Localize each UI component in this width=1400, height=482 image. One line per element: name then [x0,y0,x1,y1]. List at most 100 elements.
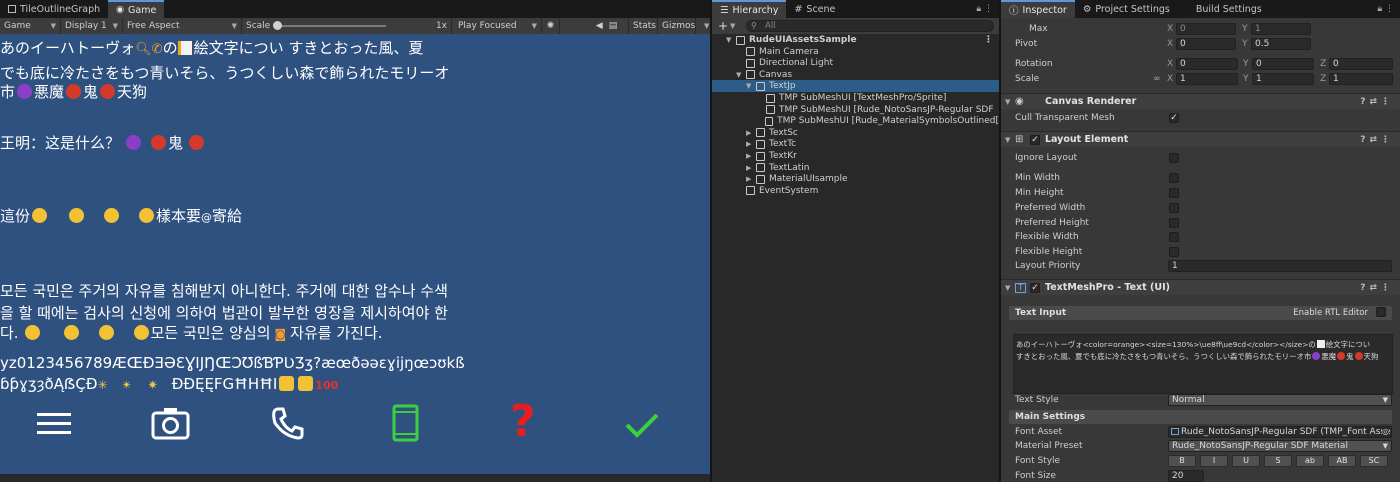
scale-y-field[interactable]: 1 [1252,73,1314,85]
slider-handle[interactable] [273,21,283,30]
rtl-checkbox[interactable] [1376,307,1386,317]
scale-slider[interactable] [273,21,387,30]
camera-icon[interactable] [151,406,191,440]
help-icon[interactable]: ? [510,397,536,447]
hierarchy-item[interactable]: TMP SubMeshUI [Rude_NotoSansJP-Regular S… [712,104,999,116]
cull-checkbox[interactable]: ✓ [1169,113,1179,123]
hierarchy-item[interactable]: ▼ Canvas [712,69,999,81]
hierarchy-item[interactable]: ▼ TextJp [712,80,999,93]
hierarchy-search-input[interactable]: ⚲ All [746,20,994,32]
tab-inspector[interactable]: ⓘ Inspector [1001,0,1075,18]
layout-enabled-checkbox[interactable]: ✓ [1030,135,1040,145]
tab-build-settings[interactable]: Build Settings [1188,0,1270,18]
game-view[interactable]: あのイーハトーヴォ🔍︎✆の 絵文字につい すきとおった風、夏 でも底に冷たさをもつ… [0,34,710,474]
min-height-checkbox[interactable] [1169,188,1179,198]
hierarchy-item[interactable]: ▶ TextKr [712,150,999,162]
hierarchy-item[interactable]: Main Camera [712,46,999,58]
keyboard-icon[interactable]: ▤ [609,21,618,31]
font-style-button[interactable]: ab [1296,455,1324,467]
flex-width-checkbox[interactable] [1169,232,1179,242]
canvas-renderer-header[interactable]: ▼ ◉ Canvas Renderer ?⇄⋮ [1001,93,1400,109]
stats-button[interactable]: Stats [629,18,658,34]
font-style-button[interactable]: S [1264,455,1292,467]
play-mode-dropdown[interactable]: Play Focused ▼ [454,18,542,34]
hierarchy-item[interactable]: ▶ TextSc [712,127,999,139]
lock-icon[interactable]: 🔒︎ ⋮ [1377,0,1400,18]
font-style-button[interactable]: B [1168,455,1196,467]
gameobject-icon [746,58,755,68]
link-icon[interactable]: ∞ [1153,72,1161,86]
tab-game[interactable]: ◉ Game [108,0,165,18]
tmp-enabled-checkbox[interactable]: ✓ [1030,283,1040,293]
gameobject-icon [756,174,765,184]
tab-tile-outline-graph[interactable]: TileOutlineGraph [0,0,108,18]
pref-width-checkbox[interactable] [1169,203,1179,213]
display-dropdown[interactable]: Display 1 ▼ [61,18,123,34]
more-icon[interactable]: ⋮ [984,34,993,46]
check-icon[interactable] [625,412,659,438]
tab-hierarchy[interactable]: ☰ Hierarchy [712,0,787,18]
gizmos-button[interactable]: Gizmos [658,18,696,34]
scale-z-field[interactable]: 1 [1329,73,1393,85]
hierarchy-item[interactable]: ▶ TextTc [712,138,999,150]
text-run: あのイーハトーヴォ<color=orange><size=130%>\ue8ff… [1016,340,1316,349]
hierarchy-item[interactable]: ▼ RudeUIAssetsSample ⋮ [712,34,999,46]
pivot-x-field[interactable]: 0 [1176,38,1236,50]
layout-priority-field[interactable]: 1 [1168,260,1392,272]
gizmos-menu-caret[interactable]: ▼ [696,18,710,34]
max-x-field[interactable]: 0 [1176,23,1236,35]
speaker-icon[interactable]: ◀ [596,21,603,31]
font-style-button[interactable]: AB [1328,455,1356,467]
hierarchy-item[interactable]: ▶ TextLatin [712,162,999,174]
smartphone-icon[interactable] [392,404,420,442]
menu-icon[interactable] [37,409,73,439]
font-asset-field[interactable]: Rude_NotoSansJP-Regular SDF (TMP_Font As… [1168,426,1392,438]
ignore-layout-checkbox[interactable] [1169,153,1179,163]
hierarchy-item[interactable]: ▶ MaterialUIsample [712,173,999,185]
hierarchy-item[interactable]: EventSystem [712,185,999,197]
layout-element-header[interactable]: ▼ ⊞ ✓ Layout Element ?⇄⋮ [1001,131,1400,147]
tab-project-settings[interactable]: ⚙ Project Settings [1075,0,1178,18]
rotation-z-field[interactable]: 0 [1329,58,1393,70]
max-y-field[interactable]: 1 [1251,23,1311,35]
font-size-field[interactable]: 20 [1168,470,1204,482]
chevron-down-icon[interactable]: ▼ [726,34,736,46]
phone-icon[interactable] [271,406,305,440]
material-preset-dropdown[interactable]: Rude_NotoSansJP-Regular SDF Material ▼ [1168,440,1392,452]
flex-height-checkbox[interactable] [1169,247,1179,257]
rotation-y-field[interactable]: 0 [1252,58,1314,70]
text-style-dropdown[interactable]: Normal ▼ [1168,394,1392,406]
hierarchy-item[interactable]: TMP SubMeshUI [TextMeshPro/Sprite] [712,92,999,104]
pref-height-checkbox[interactable] [1169,218,1179,228]
hierarchy-item[interactable]: TMP SubMeshUI [Rude_MaterialSymbolsOutli… [712,115,999,127]
min-width-checkbox[interactable] [1169,173,1179,183]
view-dropdown[interactable]: Game ▼ [0,18,61,34]
chevron-right-icon[interactable]: ▶ [746,173,756,185]
textmeshpro-header[interactable]: ▼ T ✓ TextMeshPro - Text (UI) ?⇄⋮ [1001,279,1400,295]
rotation-x-field[interactable]: 0 [1176,58,1238,70]
chevron-down-icon[interactable]: ▼ [736,69,746,81]
font-style-button[interactable]: U [1232,455,1260,467]
object-picker-icon[interactable]: ◎ [1382,427,1389,437]
hierarchy-item[interactable]: Directional Light [712,57,999,69]
component-menu-icons[interactable]: ?⇄⋮ [1360,280,1394,296]
pivot-y-field[interactable]: 0.5 [1251,38,1311,50]
chevron-right-icon[interactable]: ▶ [746,138,756,150]
add-button[interactable]: + [718,19,728,33]
chevron-right-icon[interactable]: ▶ [746,127,756,139]
text-input-section: Text Input Enable RTL Editor [1009,306,1392,320]
chevron-right-icon[interactable]: ▶ [746,162,756,174]
font-style-button[interactable]: SC [1360,455,1388,467]
scale-x-field[interactable]: 1 [1176,73,1238,85]
chevron-right-icon[interactable]: ▶ [746,150,756,162]
aspect-dropdown[interactable]: Free Aspect ▼ [123,18,242,34]
lock-icon[interactable]: 🔒︎ ⋮ [976,0,999,18]
font-style-button[interactable]: I [1200,455,1228,467]
bug-icon[interactable]: ✺ [542,18,560,34]
chevron-down-icon[interactable]: ▼ [746,80,756,92]
dropdown-value: Rude_NotoSansJP-Regular SDF Material [1172,441,1348,451]
tab-scene[interactable]: # Scene [786,0,843,18]
component-menu-icons[interactable]: ?⇄⋮ [1360,132,1394,148]
component-menu-icons[interactable]: ?⇄⋮ [1360,94,1394,110]
text-input-area[interactable]: あのイーハトーヴォ<color=orange><size=130%>\ue8ff… [1013,334,1393,394]
